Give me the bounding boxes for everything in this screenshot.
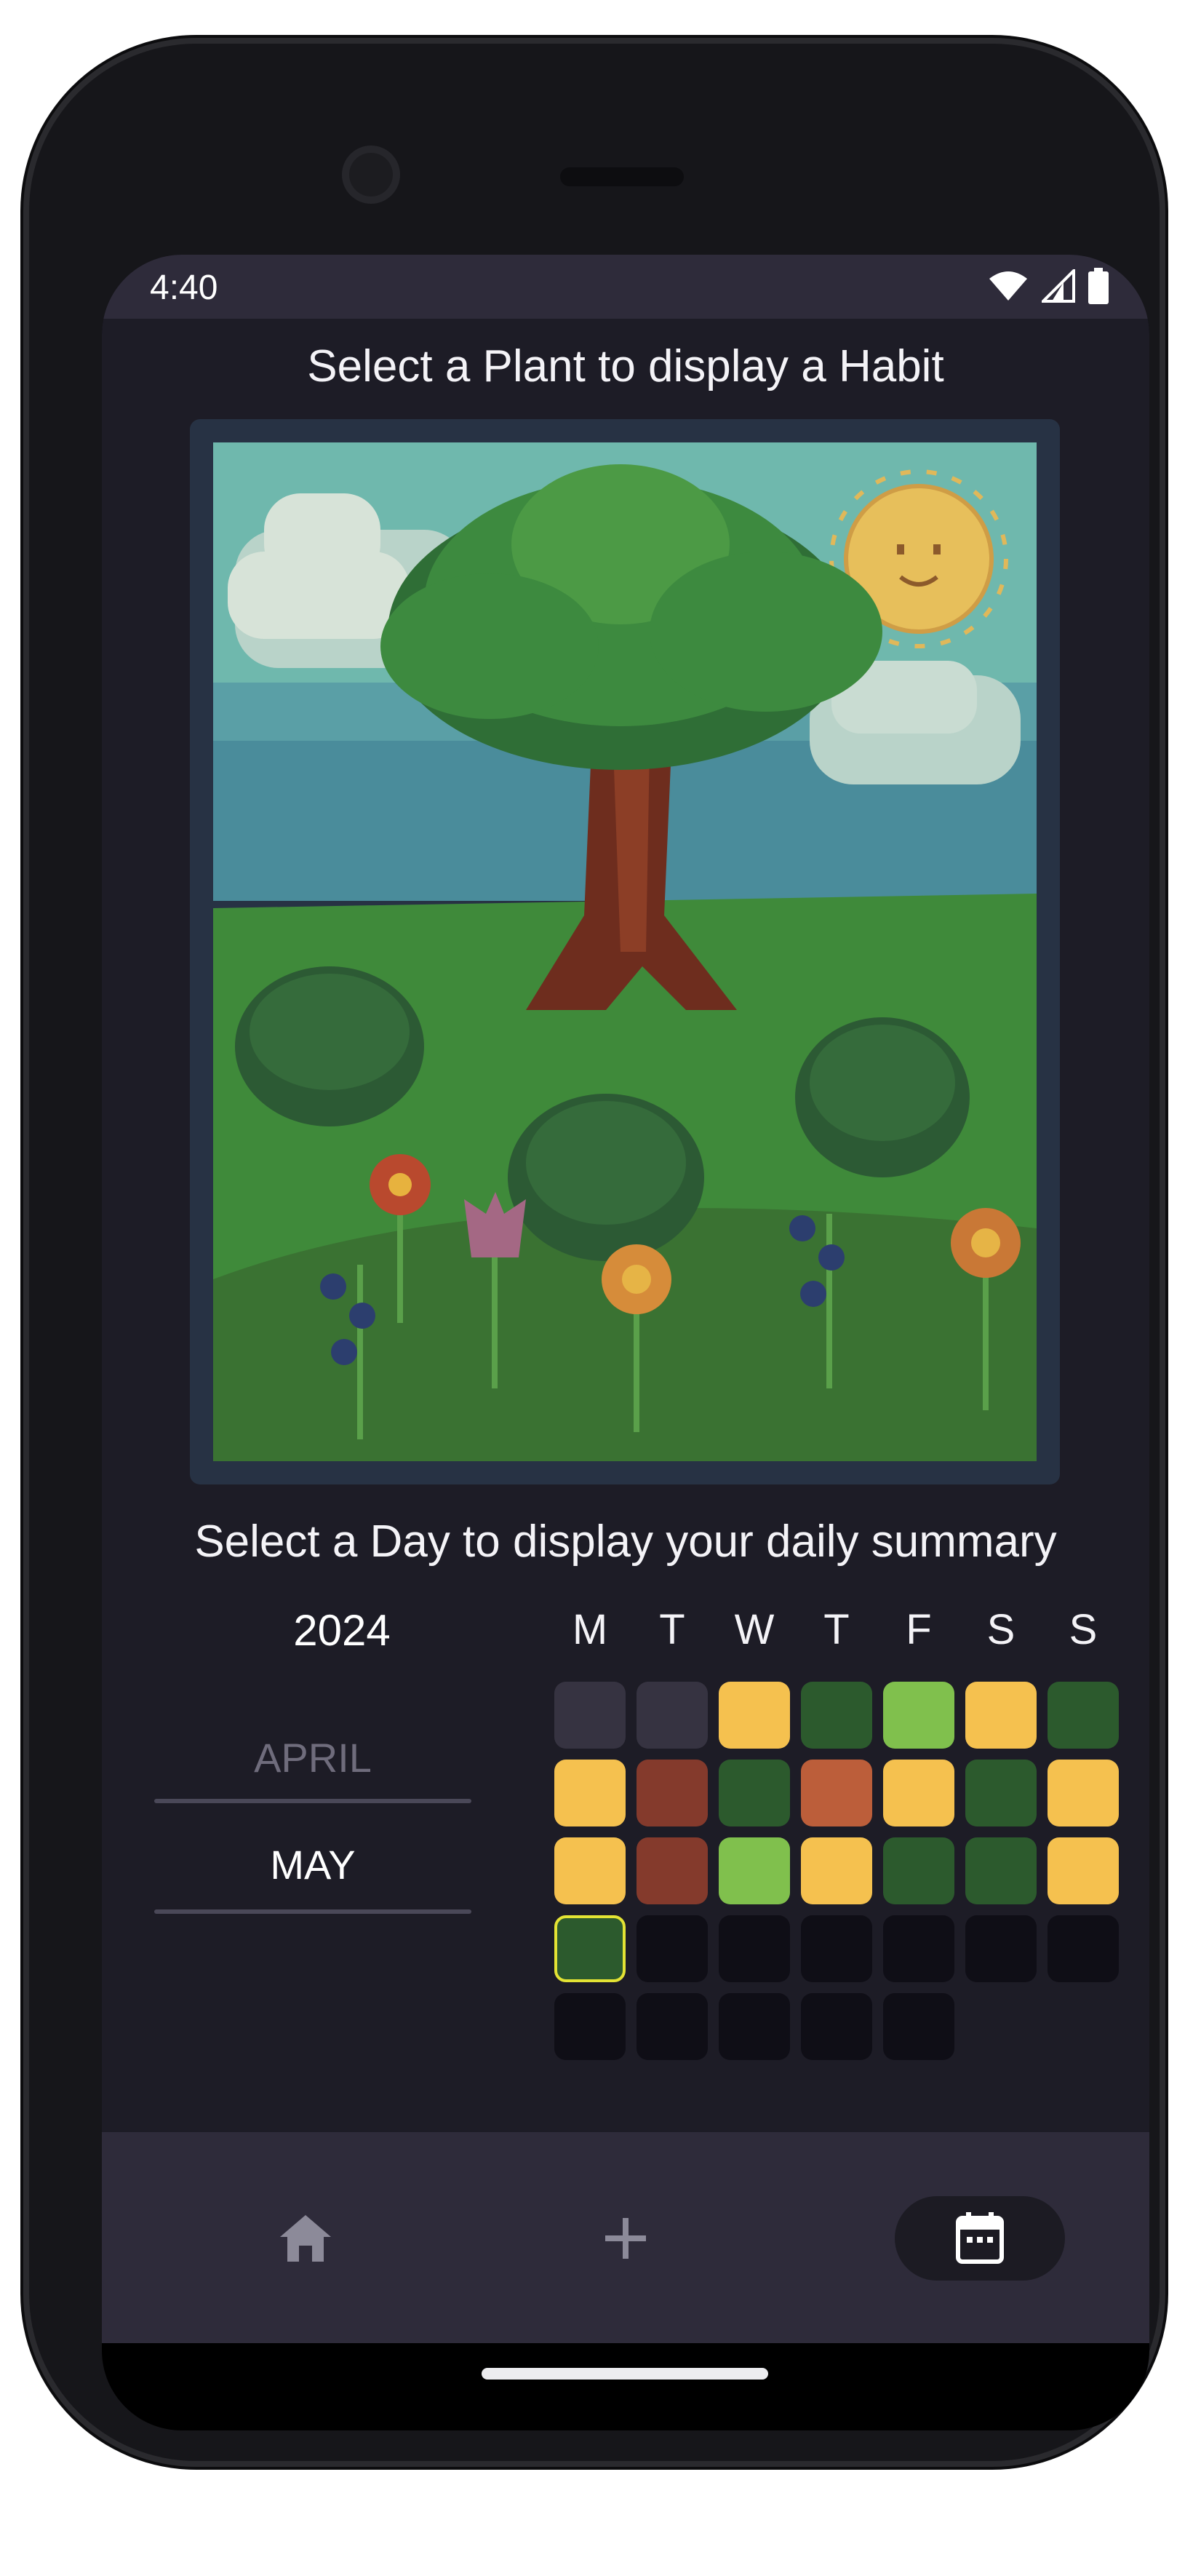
- calendar-day-yellow[interactable]: [1048, 1837, 1119, 1904]
- plant-image-frame[interactable]: [190, 419, 1060, 1484]
- nav-add[interactable]: [549, 2196, 702, 2281]
- calendar-day-yellow[interactable]: [554, 1760, 626, 1826]
- calendar-day-yellow[interactable]: [965, 1682, 1037, 1749]
- calendar-day-future: [1048, 1915, 1119, 1982]
- calendar-day-future: [637, 1915, 708, 1982]
- calendar-day-future: [801, 1915, 872, 1982]
- calendar-day-dark_green[interactable]: [554, 1915, 626, 1982]
- month-divider: [154, 1909, 471, 1914]
- status-time: 4:40: [150, 269, 218, 307]
- calendar-day-light_green[interactable]: [883, 1682, 954, 1749]
- gesture-handle[interactable]: [482, 2368, 768, 2380]
- weekday-label: M: [572, 1606, 608, 1653]
- weekday-label: S: [1069, 1606, 1098, 1653]
- calendar-day-red_brown[interactable]: [637, 1760, 708, 1826]
- nav-calendar[interactable]: [895, 2196, 1065, 2281]
- calendar-day-orange[interactable]: [801, 1760, 872, 1826]
- battery-icon: [1088, 268, 1109, 304]
- calendar-day-future: [637, 1993, 708, 2060]
- calendar-day-future: [719, 1993, 790, 2060]
- calendar-day-yellow[interactable]: [719, 1682, 790, 1749]
- home-icon: [280, 2215, 331, 2262]
- calendar-day-dark_green[interactable]: [883, 1837, 954, 1904]
- month-may[interactable]: MAY: [154, 1841, 471, 1888]
- calendar-day-future: [554, 1993, 626, 2060]
- calendar-day-future: [719, 1915, 790, 1982]
- calendar-day-future: [883, 1993, 954, 2060]
- calendar-day-future: [965, 1915, 1037, 1982]
- calendar-day-empty[interactable]: [637, 1682, 708, 1749]
- plus-icon: [605, 2218, 646, 2259]
- calendar-day-yellow[interactable]: [883, 1760, 954, 1826]
- calendar-icon: [956, 2212, 1004, 2264]
- year-label: 2024: [293, 1606, 391, 1655]
- weekday-label: F: [906, 1606, 932, 1653]
- wifi-icon: [989, 271, 1027, 301]
- screen: 4:40 Select a Plant to display a Habit S…: [102, 255, 1149, 2430]
- calendar-day-dark_green[interactable]: [1048, 1682, 1119, 1749]
- status-icons: [988, 268, 1109, 304]
- status-bar: 4:40: [102, 255, 1149, 319]
- calendar-day-future: [801, 1993, 872, 2060]
- weekday-label: S: [986, 1606, 1016, 1653]
- calendar-day-dark_green[interactable]: [965, 1837, 1037, 1904]
- weekday-label: T: [823, 1606, 850, 1653]
- calendar-day-empty[interactable]: [554, 1682, 626, 1749]
- calendar-day-red_brown[interactable]: [637, 1837, 708, 1904]
- earpiece-speaker: [560, 167, 684, 186]
- calendar-day-yellow[interactable]: [1048, 1760, 1119, 1826]
- plant-pixel-art[interactable]: [213, 442, 1037, 1461]
- nav-home[interactable]: [229, 2196, 382, 2281]
- day-section-title: Select a Day to display your daily summa…: [194, 1516, 1057, 1567]
- month-april[interactable]: APRIL: [154, 1734, 471, 1781]
- calendar-day-yellow[interactable]: [801, 1837, 872, 1904]
- month-divider: [154, 1799, 471, 1803]
- weekday-label: T: [659, 1606, 685, 1653]
- app-content: Select a Plant to display a Habit Select…: [102, 319, 1149, 2342]
- front-camera: [342, 146, 400, 204]
- calendar-day-dark_green[interactable]: [719, 1760, 790, 1826]
- calendar-day-dark_green[interactable]: [965, 1760, 1037, 1826]
- calendar-day-dark_green[interactable]: [801, 1682, 872, 1749]
- calendar-day-future: [883, 1915, 954, 1982]
- signal-icon: [1042, 269, 1075, 303]
- plant-section-title: Select a Plant to display a Habit: [307, 341, 944, 391]
- calendar-day-yellow[interactable]: [554, 1837, 626, 1904]
- phone-frame: 4:40 Select a Plant to display a Habit S…: [29, 44, 1160, 2461]
- calendar-day-light_green[interactable]: [719, 1837, 790, 1904]
- weekday-label: W: [734, 1606, 775, 1653]
